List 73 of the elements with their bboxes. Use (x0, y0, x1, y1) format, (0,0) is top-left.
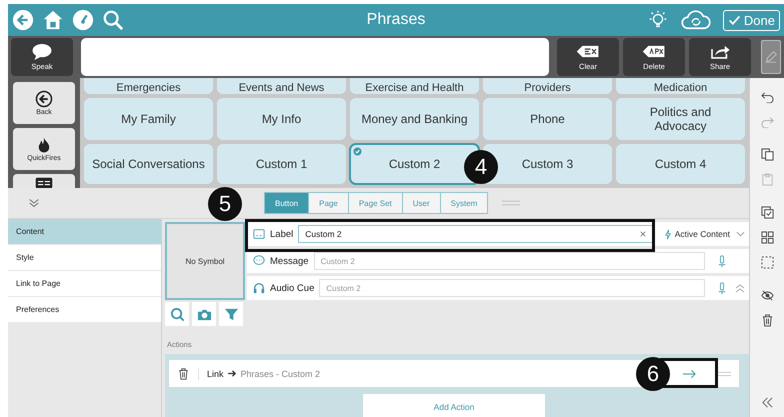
arrow-icon (682, 368, 696, 378)
phrase-button[interactable]: Medication (616, 78, 745, 94)
symbol-box[interactable]: No Symbol (165, 222, 245, 300)
drag-handle-icon[interactable] (715, 370, 731, 376)
redo-icon[interactable] (760, 115, 774, 128)
message-input[interactable]: Custom 2 (314, 252, 705, 270)
phrase-button[interactable]: Money and Banking (350, 98, 479, 140)
microphone-icon[interactable] (718, 282, 726, 294)
undo-icon[interactable] (760, 90, 774, 103)
lightning-icon (664, 228, 672, 240)
search-icon[interactable] (102, 9, 124, 31)
field-label: Label (270, 228, 294, 240)
phrase-button[interactable]: Phone (483, 98, 612, 140)
label-field[interactable]: Custom 2 (298, 225, 653, 243)
trash-icon[interactable] (760, 314, 774, 327)
search-button[interactable] (165, 302, 189, 326)
copy-icon[interactable] (760, 148, 774, 161)
pencil-icon (764, 50, 778, 64)
back-icon (35, 90, 53, 108)
window-title: Phrases (366, 11, 426, 29)
gauge-icon[interactable] (72, 9, 94, 31)
clear-text-icon (576, 43, 600, 60)
headphones-icon (253, 282, 265, 294)
speech-bubble-icon (253, 255, 265, 267)
paste-icon[interactable] (760, 173, 774, 186)
microphone-icon[interactable] (718, 254, 726, 268)
chevron-down-icon (736, 231, 745, 237)
phrase-button[interactable]: Custom 1 (217, 144, 346, 184)
phrase-button[interactable]: Politics and Advocacy (616, 98, 745, 140)
back-icon[interactable] (12, 9, 34, 31)
search-icon (170, 306, 184, 322)
hidden-eye-icon[interactable] (760, 289, 774, 302)
field-label: Message (270, 256, 309, 266)
duplicate-icon[interactable] (760, 206, 774, 219)
field-label: Audio Cue (270, 282, 314, 294)
cloud-sync-icon[interactable] (678, 9, 713, 31)
keyboard-button[interactable] (13, 174, 75, 188)
action-type: Link (207, 368, 224, 378)
sidebar-item[interactable]: Link to Page (8, 271, 161, 296)
active-content-dropdown[interactable]: Active Content (664, 228, 745, 240)
keyboard-icon (35, 176, 53, 188)
phrase-button[interactable]: Social Conversations (84, 144, 213, 184)
phrase-button[interactable]: Emergencies (84, 78, 213, 94)
filter-button[interactable] (219, 302, 243, 326)
phrase-button[interactable]: Events and News (217, 78, 346, 94)
message-field[interactable] (81, 38, 549, 76)
sidebar-item[interactable]: Content (8, 219, 161, 244)
collapse-icon[interactable] (28, 197, 40, 209)
grid-select-icon[interactable] (760, 231, 774, 244)
action-target: Phrases - Custom 2 (240, 368, 320, 378)
phrase-button[interactable]: My Family (84, 98, 213, 140)
phrase-button[interactable]: Custom 4 (616, 144, 745, 184)
check-icon (728, 14, 741, 26)
filter-icon (224, 306, 238, 322)
collapse-icon[interactable] (735, 283, 745, 293)
backspace-icon (642, 43, 666, 60)
sidebar-item[interactable]: Preferences (8, 297, 161, 322)
home-icon[interactable] (42, 9, 64, 31)
speech-bubble-icon (30, 43, 54, 60)
phrase-button[interactable]: Exercise and Health (350, 78, 479, 94)
sidebar-item[interactable]: Style (8, 245, 161, 270)
audio-cue-input[interactable]: Custom 2 (319, 279, 705, 297)
expand-icon[interactable] (760, 396, 774, 409)
label-icon (253, 228, 265, 240)
camera-button[interactable] (192, 302, 216, 326)
clear-icon[interactable] (640, 231, 646, 237)
drag-handle-icon[interactable] (502, 200, 520, 206)
phrase-button[interactable]: My Info (217, 98, 346, 140)
phrase-button[interactable]: Providers (483, 78, 612, 94)
marquee-select-icon[interactable] (760, 256, 774, 269)
arrow-icon (228, 370, 237, 377)
check-icon (353, 147, 362, 156)
edit-button[interactable] (761, 40, 781, 74)
